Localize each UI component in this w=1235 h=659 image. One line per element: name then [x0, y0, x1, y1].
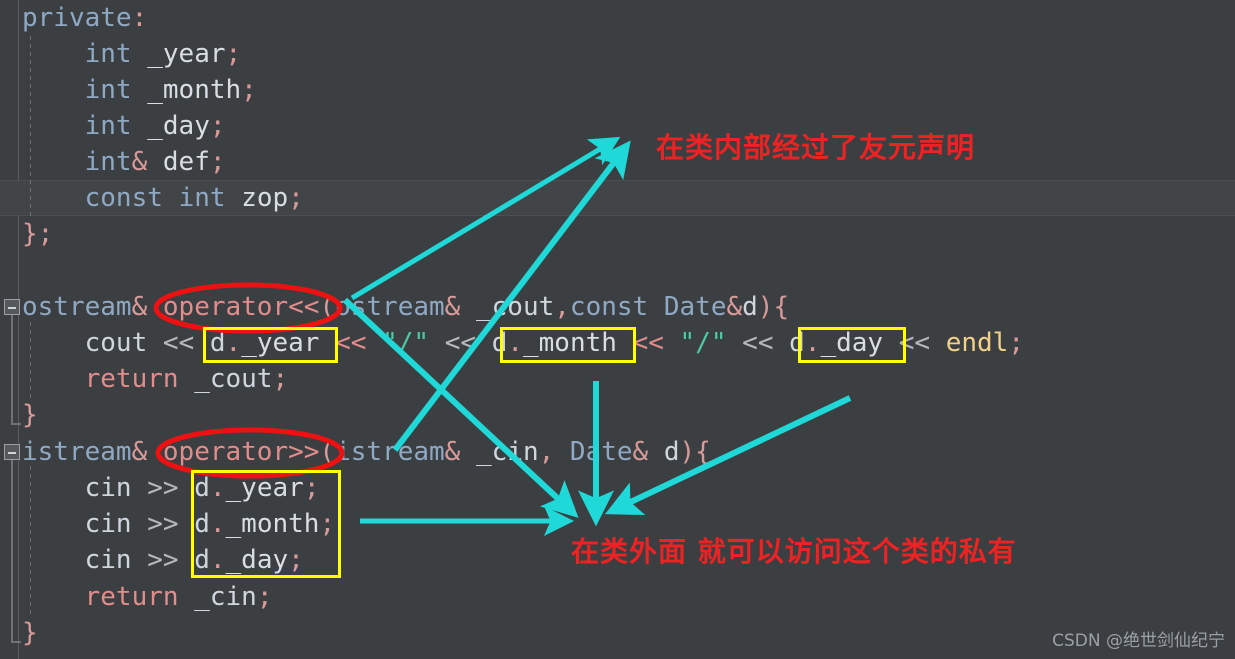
note-friend-declaration: 在类内部经过了友元声明	[656, 131, 976, 164]
fold-foot-istream	[11, 641, 21, 643]
fold-marker-istream[interactable]	[4, 444, 20, 460]
code-line-return-cin[interactable]: return _cin;	[22, 579, 1235, 615]
code-line-ostream-close[interactable]: }	[22, 397, 1235, 433]
code-line-private[interactable]: private:	[22, 0, 1235, 36]
code-line-class-close[interactable]: };	[22, 216, 1235, 252]
code-line-year-field[interactable]: int _year;	[22, 36, 1235, 72]
fold-marker-ostream[interactable]	[4, 299, 20, 315]
code-line-cout-output[interactable]: cout << d._year << "/" << d._month << "/…	[22, 325, 1235, 361]
fold-stem-istream	[11, 460, 13, 641]
code-line-def-field[interactable]: int& def;	[22, 144, 1235, 180]
editor-left-margin-rule	[18, 0, 19, 659]
code-line-month-field[interactable]: int _month;	[22, 72, 1235, 108]
code-line-ostream-signature[interactable]: ostream& operator<<(ostream& _cout,const…	[22, 289, 1235, 325]
fold-stem-ostream	[11, 315, 13, 423]
code-line-istream-signature[interactable]: istream& operator>>(istream& _cin, Date&…	[22, 434, 1235, 470]
csdn-watermark: CSDN @绝世剑仙纪宁	[1052, 631, 1225, 651]
code-line-return-cout[interactable]: return _cout;	[22, 361, 1235, 397]
fold-foot-ostream	[11, 423, 21, 425]
code-line-day-field[interactable]: int _day;	[22, 108, 1235, 144]
code-line-zop-field[interactable]: const int zop;	[22, 180, 1235, 216]
note-access-private-outside: 在类外面 就可以访问这个类的私有	[571, 535, 1017, 568]
screenshot-root: private: int _year; int _month; int _day…	[0, 0, 1235, 659]
code-line-cin-year[interactable]: cin >> d._year;	[22, 470, 1235, 506]
